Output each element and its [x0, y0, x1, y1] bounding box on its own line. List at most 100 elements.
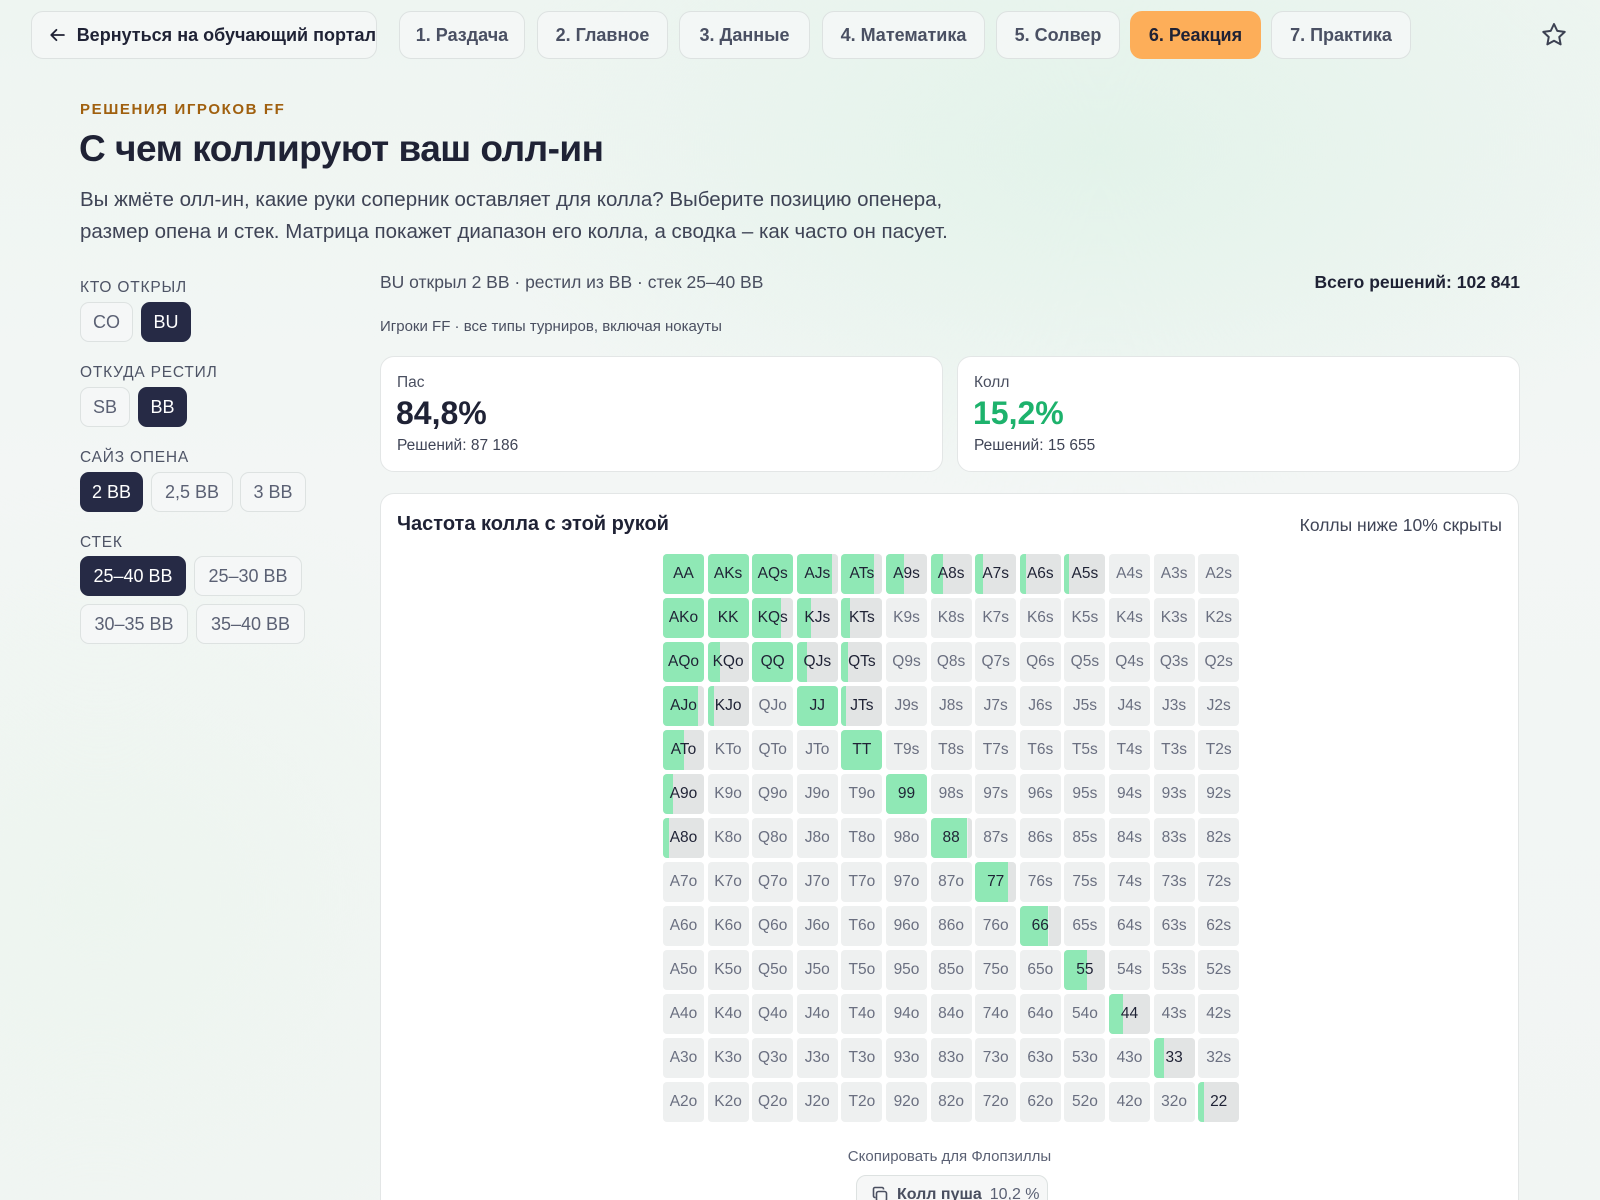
hand-cell-T5s[interactable]: T5s [1064, 730, 1106, 770]
hand-cell-K5o[interactable]: K5o [707, 950, 749, 990]
hand-cell-53s[interactable]: 53s [1153, 950, 1195, 990]
hand-cell-85o[interactable]: 85o [930, 950, 972, 990]
hand-cell-77[interactable]: 77 [975, 862, 1017, 902]
hand-cell-J8o[interactable]: J8o [796, 818, 838, 858]
hand-cell-T5o[interactable]: T5o [841, 950, 883, 990]
hand-cell-J4o[interactable]: J4o [796, 994, 838, 1034]
hand-cell-33[interactable]: 33 [1153, 1038, 1195, 1078]
hand-cell-K2o[interactable]: K2o [707, 1082, 749, 1122]
tab-data[interactable]: 3. Данные [679, 11, 810, 59]
hand-cell-TT[interactable]: TT [841, 730, 883, 770]
hand-cell-A4s[interactable]: A4s [1109, 554, 1150, 594]
hand-cell-64s[interactable]: 64s [1109, 906, 1150, 946]
chip-open-size-2[interactable]: 2 BB [80, 472, 143, 512]
hand-cell-87o[interactable]: 87o [930, 862, 972, 902]
hand-cell-K9s[interactable]: K9s [886, 598, 927, 638]
hand-cell-A2o[interactable]: A2o [663, 1082, 704, 1122]
hand-cell-22[interactable]: 22 [1198, 1082, 1240, 1122]
hand-cell-T3o[interactable]: T3o [841, 1038, 883, 1078]
hand-cell-87s[interactable]: 87s [975, 818, 1017, 858]
chip-stack-30-35[interactable]: 30–35 BB [80, 604, 188, 644]
hand-cell-T2s[interactable]: T2s [1198, 730, 1240, 770]
tab-practice[interactable]: 7. Практика [1271, 11, 1411, 59]
hand-cell-96s[interactable]: 96s [1019, 774, 1061, 814]
hand-cell-T8s[interactable]: T8s [930, 730, 972, 770]
hand-cell-Q8s[interactable]: Q8s [930, 642, 972, 682]
hand-cell-QJs[interactable]: QJs [796, 642, 838, 682]
hand-cell-J3s[interactable]: J3s [1153, 686, 1195, 726]
hand-cell-42o[interactable]: 42o [1109, 1082, 1150, 1122]
hand-cell-K2s[interactable]: K2s [1198, 598, 1240, 638]
hand-cell-T4o[interactable]: T4o [841, 994, 883, 1034]
hand-cell-43o[interactable]: 43o [1109, 1038, 1150, 1078]
hand-cell-K5s[interactable]: K5s [1064, 598, 1106, 638]
hand-cell-T8o[interactable]: T8o [841, 818, 883, 858]
hand-cell-Q2s[interactable]: Q2s [1198, 642, 1240, 682]
hand-cell-63s[interactable]: 63s [1153, 906, 1195, 946]
hand-cell-92o[interactable]: 92o [886, 1082, 927, 1122]
hand-cell-Q5o[interactable]: Q5o [752, 950, 794, 990]
hand-cell-T2o[interactable]: T2o [841, 1082, 883, 1122]
hand-cell-86o[interactable]: 86o [930, 906, 972, 946]
hand-cell-98s[interactable]: 98s [930, 774, 972, 814]
hand-cell-A9o[interactable]: A9o [663, 774, 704, 814]
hand-cell-K6o[interactable]: K6o [707, 906, 749, 946]
hand-cell-Q8o[interactable]: Q8o [752, 818, 794, 858]
hand-cell-A3s[interactable]: A3s [1153, 554, 1195, 594]
hand-cell-A8s[interactable]: A8s [930, 554, 972, 594]
hand-cell-JJ[interactable]: JJ [796, 686, 838, 726]
hand-cell-J4s[interactable]: J4s [1109, 686, 1150, 726]
tab-main[interactable]: 2. Главное [537, 11, 668, 59]
hand-cell-73o[interactable]: 73o [975, 1038, 1017, 1078]
hand-cell-K6s[interactable]: K6s [1019, 598, 1061, 638]
hand-cell-T9o[interactable]: T9o [841, 774, 883, 814]
hand-cell-92s[interactable]: 92s [1198, 774, 1240, 814]
hand-cell-32o[interactable]: 32o [1153, 1082, 1195, 1122]
hand-cell-86s[interactable]: 86s [1019, 818, 1061, 858]
hand-cell-T9s[interactable]: T9s [886, 730, 927, 770]
hand-cell-Q2o[interactable]: Q2o [752, 1082, 794, 1122]
tab-math[interactable]: 4. Математика [822, 11, 985, 59]
chip-open-size-2-5[interactable]: 2,5 BB [151, 472, 233, 512]
hand-cell-76s[interactable]: 76s [1019, 862, 1061, 902]
hand-cell-T6o[interactable]: T6o [841, 906, 883, 946]
hand-cell-88[interactable]: 88 [930, 818, 972, 858]
hand-cell-J2s[interactable]: J2s [1198, 686, 1240, 726]
hand-cell-K7s[interactable]: K7s [975, 598, 1017, 638]
hand-cell-J9s[interactable]: J9s [886, 686, 927, 726]
tab-reaction[interactable]: 6. Реакция [1130, 11, 1261, 59]
hand-cell-T7o[interactable]: T7o [841, 862, 883, 902]
hand-cell-KK[interactable]: KK [707, 598, 749, 638]
hand-cell-AKs[interactable]: AKs [707, 554, 749, 594]
hand-cell-J7o[interactable]: J7o [796, 862, 838, 902]
hand-cell-82o[interactable]: 82o [930, 1082, 972, 1122]
copy-range-button[interactable]: Колл пуша 10,2 % [856, 1175, 1048, 1200]
hand-cell-AA[interactable]: AA [663, 554, 704, 594]
hand-cell-A3o[interactable]: A3o [663, 1038, 704, 1078]
hand-cell-63o[interactable]: 63o [1019, 1038, 1061, 1078]
hand-cell-K9o[interactable]: K9o [707, 774, 749, 814]
hand-cell-Q3s[interactable]: Q3s [1153, 642, 1195, 682]
hand-cell-95s[interactable]: 95s [1064, 774, 1106, 814]
hand-cell-A8o[interactable]: A8o [663, 818, 704, 858]
hand-cell-72o[interactable]: 72o [975, 1082, 1017, 1122]
hand-cell-QQ[interactable]: QQ [752, 642, 794, 682]
hand-cell-KJo[interactable]: KJo [707, 686, 749, 726]
hand-cell-97o[interactable]: 97o [886, 862, 927, 902]
hand-cell-Q6s[interactable]: Q6s [1019, 642, 1061, 682]
chip-opener-bu[interactable]: BU [141, 302, 191, 342]
hand-cell-J8s[interactable]: J8s [930, 686, 972, 726]
hand-cell-Q5s[interactable]: Q5s [1064, 642, 1106, 682]
hand-cell-Q9o[interactable]: Q9o [752, 774, 794, 814]
hand-cell-75o[interactable]: 75o [975, 950, 1017, 990]
hand-cell-K4o[interactable]: K4o [707, 994, 749, 1034]
hand-cell-AQs[interactable]: AQs [752, 554, 794, 594]
hand-cell-74s[interactable]: 74s [1109, 862, 1150, 902]
hand-cell-AQo[interactable]: AQo [663, 642, 704, 682]
hand-cell-JTs[interactable]: JTs [841, 686, 883, 726]
hand-cell-54s[interactable]: 54s [1109, 950, 1150, 990]
hand-cell-83s[interactable]: 83s [1153, 818, 1195, 858]
hand-cell-QTs[interactable]: QTs [841, 642, 883, 682]
hand-cell-43s[interactable]: 43s [1153, 994, 1195, 1034]
hand-cell-T6s[interactable]: T6s [1019, 730, 1061, 770]
